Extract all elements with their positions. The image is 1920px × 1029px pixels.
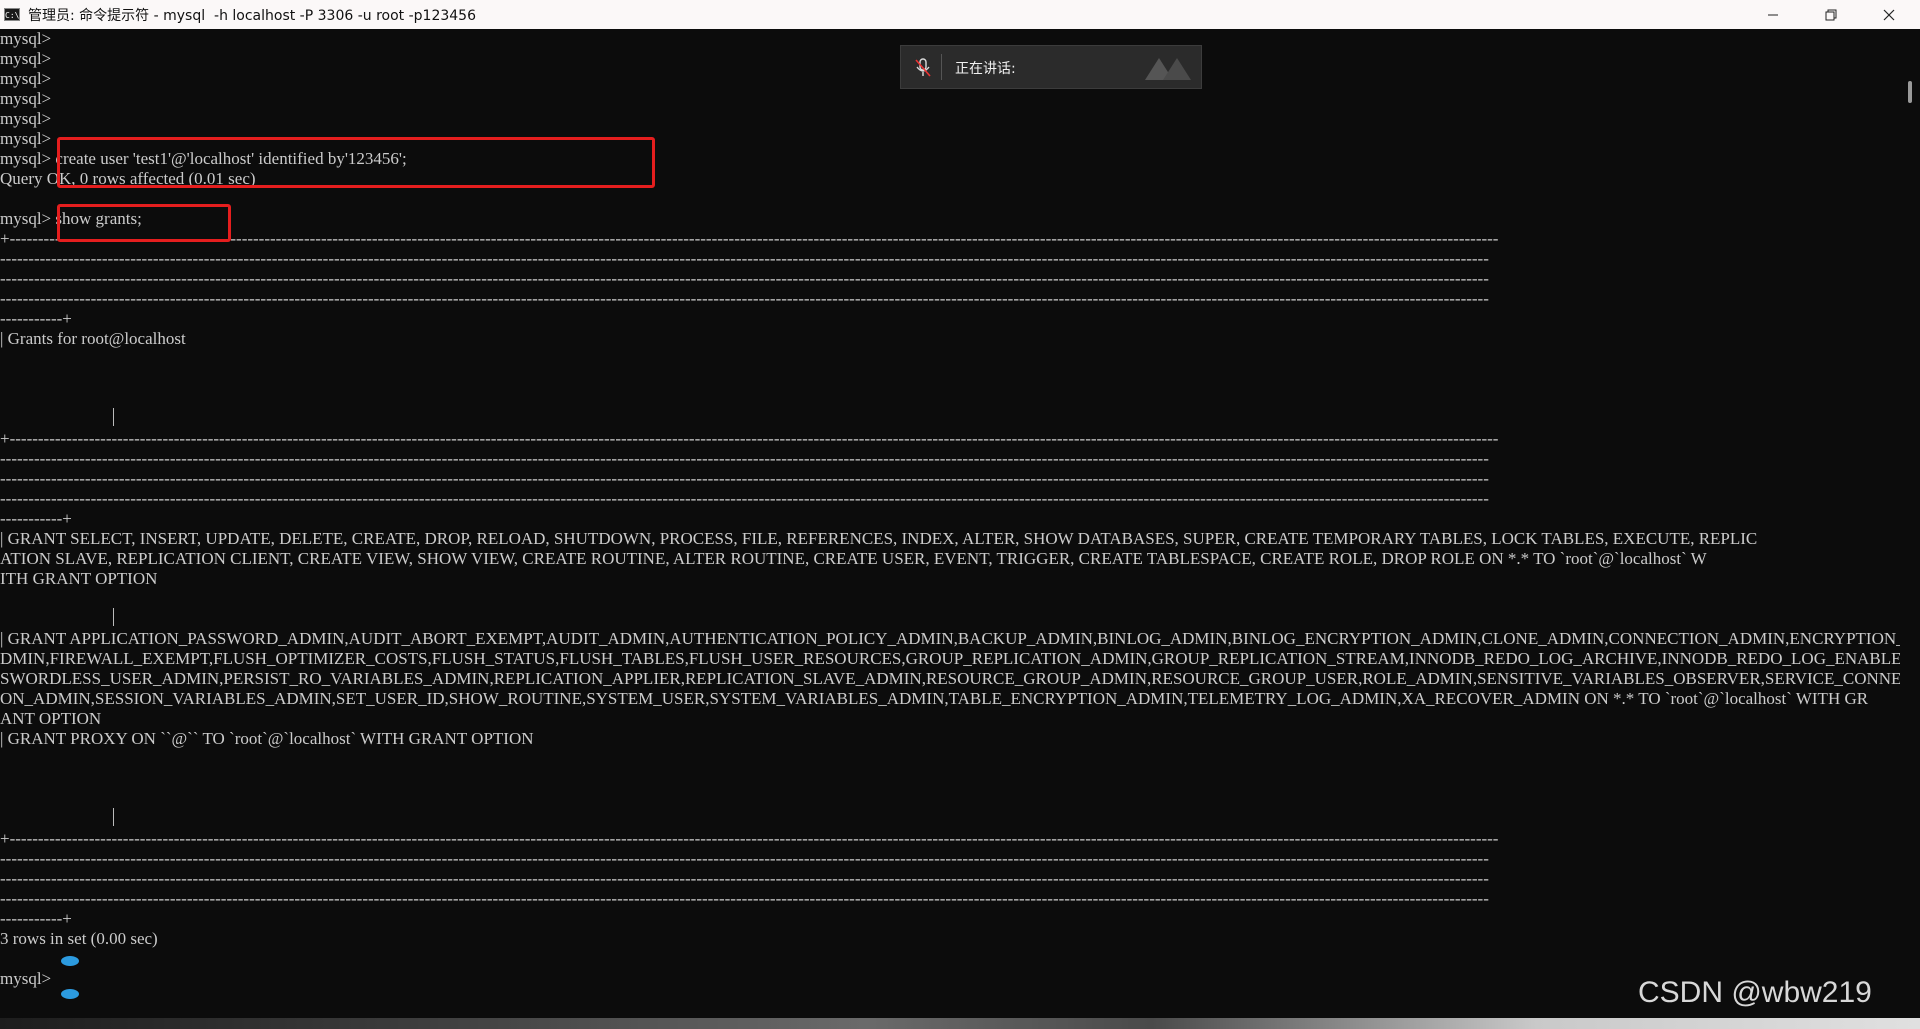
terminal-line: ON_ADMIN,SESSION_VARIABLES_ADMIN,SET_USE… — [0, 689, 1869, 708]
popup-divider — [941, 54, 942, 80]
terminal-line: ----------------------------------------… — [0, 889, 1489, 908]
terminal-line: +---------------------------------------… — [0, 429, 1499, 448]
table-border — [113, 408, 114, 426]
terminal-line: ----------------------------------------… — [0, 489, 1489, 508]
table-border — [113, 608, 114, 626]
terminal-line: ITH GRANT OPTION — [0, 569, 158, 588]
restore-icon — [1825, 9, 1837, 20]
cmd-app-icon[interactable]: C:\ — [4, 8, 20, 21]
loading-cursor-icon — [61, 956, 79, 999]
terminal-line: mysql> — [0, 29, 52, 48]
close-button[interactable] — [1860, 0, 1918, 29]
vertical-scrollbar[interactable] — [1900, 29, 1920, 1018]
terminal-line: | GRANT APPLICATION_PASSWORD_ADMIN,AUDIT… — [0, 629, 1900, 648]
terminal-line: -----------+ — [0, 909, 72, 928]
terminal-line: +---------------------------------------… — [0, 829, 1499, 848]
restore-button[interactable] — [1802, 0, 1860, 29]
terminal-line: ----------------------------------------… — [0, 269, 1489, 288]
terminal-line: mysql> — [0, 109, 52, 128]
terminal-line: ATION SLAVE, REPLICATION CLIENT, CREATE … — [0, 549, 1707, 568]
terminal-line: -----------+ — [0, 309, 72, 328]
highlight-show-grants — [57, 204, 231, 242]
minimize-icon — [1768, 14, 1778, 15]
terminal-line: mysql> — [0, 89, 52, 108]
terminal-line: ANT OPTION — [0, 709, 102, 728]
mic-muted-icon[interactable] — [915, 58, 931, 78]
speaking-label: 正在讲话: — [955, 61, 1016, 77]
desktop-background-strip — [0, 1018, 1920, 1029]
highlight-create-user — [57, 137, 655, 188]
terminal-line: DMIN,FIREWALL_EXEMPT,FLUSH_OPTIMIZER_COS… — [0, 649, 1900, 668]
terminal-line: ----------------------------------------… — [0, 249, 1489, 268]
terminal-line: ----------------------------------------… — [0, 849, 1489, 868]
table-border — [113, 808, 114, 826]
minimize-button[interactable] — [1744, 0, 1802, 29]
close-icon — [1883, 9, 1895, 20]
terminal-line: mysql> — [0, 69, 52, 88]
terminal-line: SWORDLESS_USER_ADMIN,PERSIST_RO_VARIABLE… — [0, 669, 1900, 688]
terminal-line: | GRANT SELECT, INSERT, UPDATE, DELETE, … — [0, 529, 1758, 548]
window-titlebar[interactable]: C:\ 管理员: 命令提示符 - mysql -h localhost -P 3… — [0, 0, 1920, 30]
watermark: CSDN @wbw219 — [1638, 976, 1872, 1009]
scrollbar-thumb[interactable] — [1908, 81, 1912, 103]
terminal-line: ----------------------------------------… — [0, 289, 1489, 308]
terminal-line: | GRANT PROXY ON ``@`` TO `root`@`localh… — [0, 729, 534, 748]
terminal-line: ----------------------------------------… — [0, 469, 1489, 488]
terminal-line: -----------+ — [0, 509, 72, 528]
app-logo-icon — [1145, 58, 1191, 80]
window-title: 管理员: 命令提示符 - mysql -h localhost -P 3306 … — [28, 8, 476, 24]
speaking-popup[interactable]: 正在讲话: — [900, 45, 1202, 89]
terminal-line: mysql> — [0, 49, 52, 68]
terminal-line: ----------------------------------------… — [0, 449, 1489, 468]
terminal-line: mysql> — [0, 969, 52, 988]
terminal-line: | Grants for root@localhost — [0, 329, 186, 348]
terminal-line: ----------------------------------------… — [0, 869, 1489, 888]
terminal-line: mysql> — [0, 129, 52, 148]
terminal-line: 3 rows in set (0.00 sec) — [0, 929, 158, 948]
